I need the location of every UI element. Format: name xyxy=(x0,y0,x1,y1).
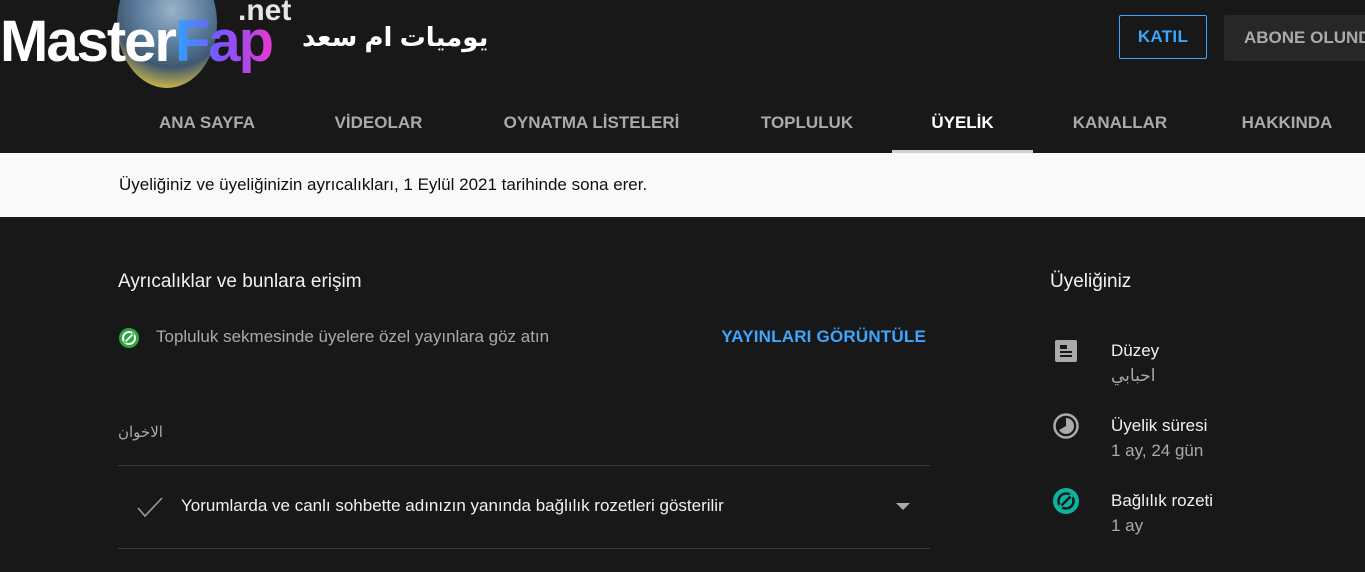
expand-caret-icon[interactable] xyxy=(896,503,910,511)
loyalty-badge-perk-row[interactable]: Yorumlarda ve canlı sohbette adınızın ya… xyxy=(118,483,930,531)
loyalty-badge-label: Bağlılık rozeti xyxy=(1111,491,1214,510)
membership-content: Ayrıcalıklar ve bunlara erişim Topluluk … xyxy=(0,217,1365,572)
membership-level-label: Düzey xyxy=(1111,341,1160,360)
tab-community[interactable]: TOPLULUK xyxy=(722,95,892,153)
badge-card-icon xyxy=(1055,340,1077,362)
tab-channels[interactable]: KANALLAR xyxy=(1033,95,1207,153)
perks-title: Ayrıcalıklar ve bunlara erişim xyxy=(118,271,362,292)
tab-playlists[interactable]: OYNATMA LİSTELERİ xyxy=(461,95,722,153)
view-posts-link[interactable]: YAYINLARI GÖRÜNTÜLE xyxy=(721,327,926,347)
community-badge-icon xyxy=(119,328,139,348)
tab-home[interactable]: ANA SAYFA xyxy=(118,95,296,153)
watermark-suffix: .net xyxy=(238,0,292,27)
loyalty-badge-item: Bağlılık rozeti 1 ay xyxy=(1050,487,1350,539)
your-membership-title: Üyeliğiniz xyxy=(1050,271,1132,292)
channel-name: يوميات ام سعد xyxy=(302,22,489,52)
divider-bottom xyxy=(118,548,930,549)
tab-membership[interactable]: ÜYELİK xyxy=(892,95,1033,153)
level-name: الاخوان xyxy=(118,424,163,441)
membership-level-item: Düzey احبابي xyxy=(1050,337,1350,389)
membership-duration-label: Üyelik süresi xyxy=(1111,416,1208,435)
loyalty-badge-value: 1 ay xyxy=(1111,516,1144,535)
tab-about[interactable]: HAKKINDA xyxy=(1207,95,1365,153)
subscribed-button[interactable]: ABONE OLUNDU xyxy=(1224,15,1365,61)
watermark-text-part1: Master xyxy=(0,9,177,74)
membership-duration-value: 1 ay, 24 gün xyxy=(1111,441,1204,460)
community-perk-row: Topluluk sekmesinde üyelere özel yayınla… xyxy=(118,325,930,351)
clock-pie-icon xyxy=(1053,413,1079,439)
join-button[interactable]: KATIL xyxy=(1119,15,1207,59)
channel-tabs: ANA SAYFA VİDEOLAR OYNATMA LİSTELERİ TOP… xyxy=(0,95,1365,153)
membership-duration-item: Üyelik süresi 1 ay, 24 gün xyxy=(1050,412,1350,464)
loyalty-badge-perk-text: Yorumlarda ve canlı sohbette adınızın ya… xyxy=(181,496,724,515)
membership-level-value: احبابي xyxy=(1111,366,1156,385)
divider-top xyxy=(118,465,930,466)
membership-expiry-banner: Üyeliğiniz ve üyeliğinizin ayrıcalıkları… xyxy=(0,153,1365,217)
channel-header: MasterFap .net يوميات ام سعد KATIL ABONE… xyxy=(0,0,1365,153)
loyalty-badge-icon xyxy=(1053,488,1079,514)
checkmark-icon xyxy=(137,497,163,518)
community-perk-text: Topluluk sekmesinde üyelere özel yayınla… xyxy=(156,327,550,346)
watermark-logo: MasterFap xyxy=(0,2,274,82)
tab-videos[interactable]: VİDEOLAR xyxy=(296,95,461,153)
